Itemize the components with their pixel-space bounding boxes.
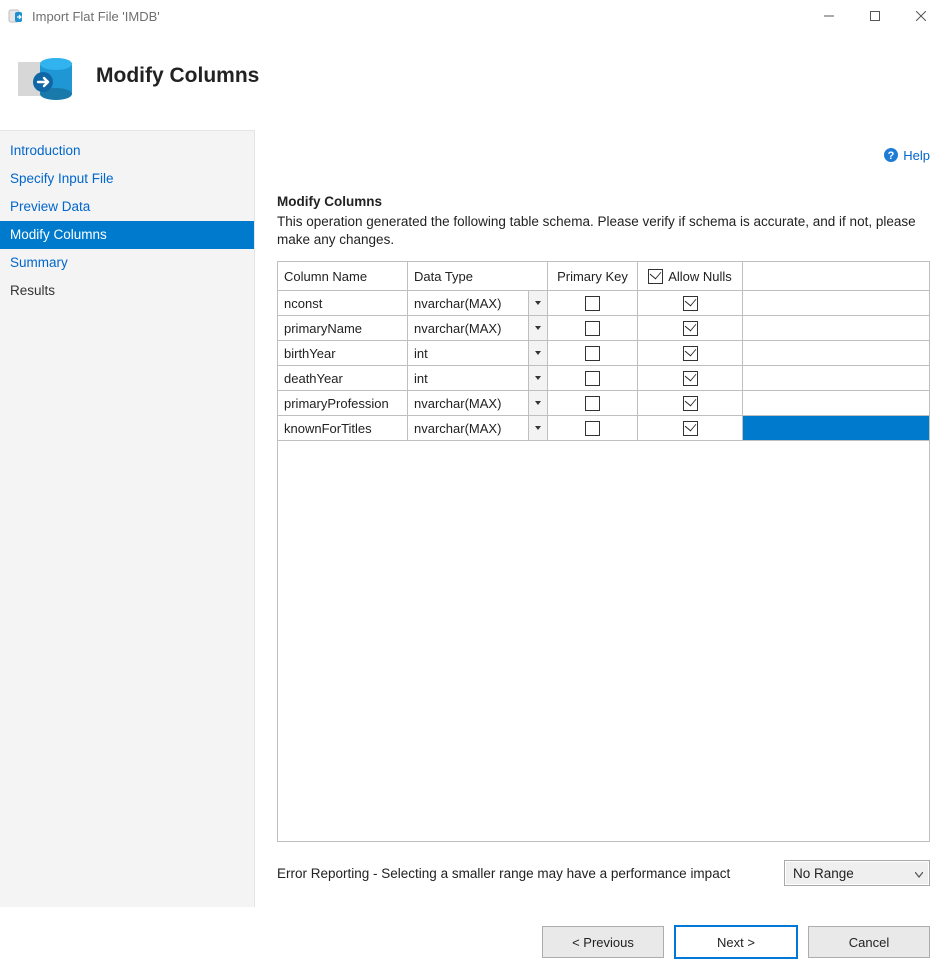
nav-item-preview-data[interactable]: Preview Data [0,193,254,221]
allow-nulls-checkbox[interactable] [683,346,698,361]
nav-item-summary[interactable]: Summary [0,249,254,277]
chevron-down-icon [915,866,923,881]
primary-key-checkbox[interactable] [585,396,600,411]
allow-nulls-checkbox[interactable] [683,396,698,411]
column-name-cell[interactable]: knownForTitles [278,419,407,438]
next-button[interactable]: Next > [674,925,798,959]
header-primary-key[interactable]: Primary Key [548,262,638,291]
data-type-cell[interactable]: nvarchar(MAX) [408,316,547,340]
section-title: Modify Columns [277,194,930,209]
column-name-cell[interactable]: primaryProfession [278,394,407,413]
header-column-name[interactable]: Column Name [278,262,408,291]
primary-key-checkbox[interactable] [585,371,600,386]
columns-table: Column Name Data Type Primary Key Allow … [277,261,930,441]
data-type-cell[interactable]: int [408,341,547,365]
wizard-footer: < Previous Next > Cancel [0,907,952,977]
data-type-dropdown-button[interactable] [528,391,547,415]
allow-nulls-checkbox[interactable] [683,371,698,386]
header-allow-nulls-label: Allow Nulls [668,269,732,284]
trailing-cell[interactable] [743,366,930,391]
data-type-cell[interactable]: nvarchar(MAX) [408,291,547,315]
cancel-button[interactable]: Cancel [808,926,930,958]
header-data-type[interactable]: Data Type [408,262,548,291]
column-name-cell[interactable]: nconst [278,294,407,313]
data-type-cell[interactable]: int [408,366,547,390]
window-close-button[interactable] [898,0,944,32]
header-extra [743,262,930,291]
trailing-cell[interactable] [743,316,930,341]
primary-key-checkbox[interactable] [585,321,600,336]
trailing-cell[interactable] [743,416,930,441]
page-title: Modify Columns [96,64,259,88]
error-reporting-label: Error Reporting - Selecting a smaller ra… [277,866,730,881]
trailing-cell[interactable] [743,291,930,316]
help-icon: ? [883,147,899,163]
primary-key-checkbox[interactable] [585,346,600,361]
column-name-cell[interactable]: primaryName [278,319,407,338]
data-type-dropdown-button[interactable] [528,291,547,315]
help-link[interactable]: Help [903,148,930,163]
window-minimize-button[interactable] [806,0,852,32]
nav-item-introduction[interactable]: Introduction [0,137,254,165]
table-row: nconstnvarchar(MAX) [278,291,930,316]
primary-key-checkbox[interactable] [585,296,600,311]
trailing-cell[interactable] [743,391,930,416]
window-titlebar: Import Flat File 'IMDB' [0,0,952,32]
table-row: primaryProfessionnvarchar(MAX) [278,391,930,416]
table-row: primaryNamenvarchar(MAX) [278,316,930,341]
data-type-dropdown-button[interactable] [528,341,547,365]
table-row: knownForTitlesnvarchar(MAX) [278,416,930,441]
nav-item-results[interactable]: Results [0,277,254,305]
data-type-cell[interactable]: nvarchar(MAX) [408,416,547,440]
nav-item-specify-input-file[interactable]: Specify Input File [0,165,254,193]
window-maximize-button[interactable] [852,0,898,32]
page-header: Modify Columns [0,32,952,130]
allow-nulls-checkbox[interactable] [683,296,698,311]
header-allow-nulls[interactable]: Allow Nulls [638,262,743,291]
section-description: This operation generated the following t… [277,213,930,249]
table-row: birthYearint [278,341,930,366]
wizard-nav: IntroductionSpecify Input FilePreview Da… [0,130,255,907]
previous-button[interactable]: < Previous [542,926,664,958]
allow-nulls-all-checkbox[interactable] [648,269,663,284]
nav-item-modify-columns[interactable]: Modify Columns [0,221,254,249]
primary-key-checkbox[interactable] [585,421,600,436]
svg-text:?: ? [888,150,895,162]
data-type-dropdown-button[interactable] [528,316,547,340]
window-title: Import Flat File 'IMDB' [32,9,160,24]
data-type-cell[interactable]: nvarchar(MAX) [408,391,547,415]
table-row: deathYearint [278,366,930,391]
data-type-dropdown-button[interactable] [528,366,547,390]
table-empty-area [277,441,930,842]
app-icon [8,8,24,24]
allow-nulls-checkbox[interactable] [683,421,698,436]
allow-nulls-checkbox[interactable] [683,321,698,336]
wizard-step-icon [14,44,78,108]
column-name-cell[interactable]: deathYear [278,369,407,388]
column-name-cell[interactable]: birthYear [278,344,407,363]
content-area: ? Help Modify Columns This operation gen… [255,130,952,907]
error-range-select[interactable]: No Range [784,860,930,886]
trailing-cell[interactable] [743,341,930,366]
data-type-dropdown-button[interactable] [528,416,547,440]
error-range-value: No Range [793,866,854,881]
